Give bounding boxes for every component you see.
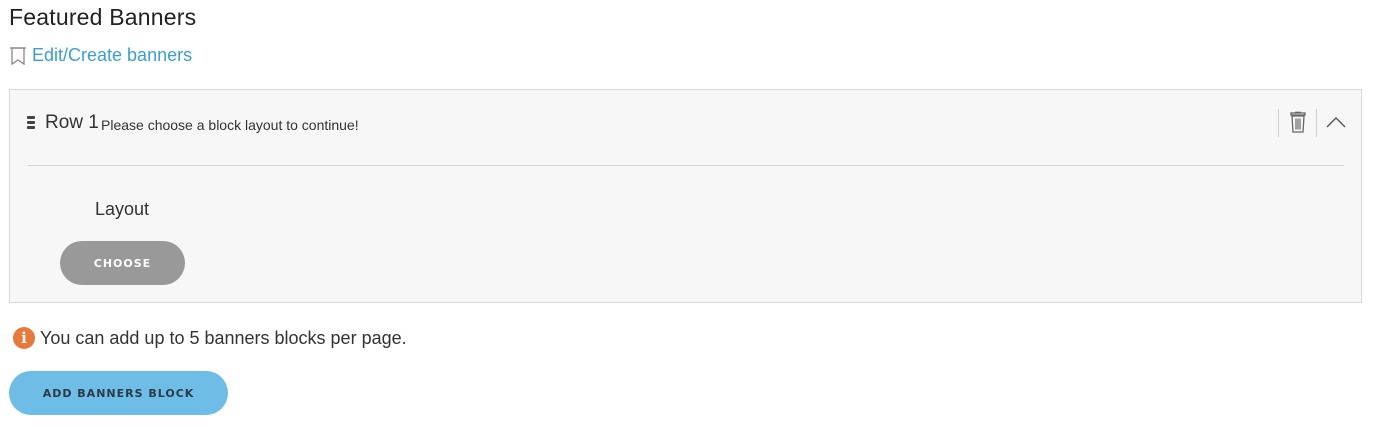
row-divider [28, 165, 1344, 166]
row-label: Row 1 [45, 112, 99, 133]
trash-icon[interactable] [1288, 111, 1308, 135]
bookmark-icon [9, 46, 27, 66]
header-divider [1316, 109, 1317, 137]
info-icon: i [13, 327, 35, 349]
row-header: Row 1 Please choose a block layout to co… [10, 90, 1361, 156]
info-message: i You can add up to 5 banners blocks per… [13, 327, 407, 349]
page-title: Featured Banners [9, 4, 197, 30]
choose-layout-button[interactable]: CHOOSE [60, 241, 185, 285]
header-divider [1278, 109, 1279, 137]
row-hint: Please choose a block layout to continue… [101, 117, 359, 133]
layout-label: Layout [95, 199, 150, 219]
edit-link-label[interactable]: Edit/Create banners [32, 45, 192, 66]
edit-create-banners-link[interactable]: Edit/Create banners [9, 45, 192, 66]
drag-handle-icon[interactable] [27, 116, 36, 130]
info-text: You can add up to 5 banners blocks per p… [40, 327, 407, 348]
row-panel: Row 1 Please choose a block layout to co… [9, 89, 1362, 303]
add-banners-block-button[interactable]: ADD BANNERS BLOCK [9, 371, 228, 415]
chevron-up-icon[interactable] [1325, 112, 1347, 132]
